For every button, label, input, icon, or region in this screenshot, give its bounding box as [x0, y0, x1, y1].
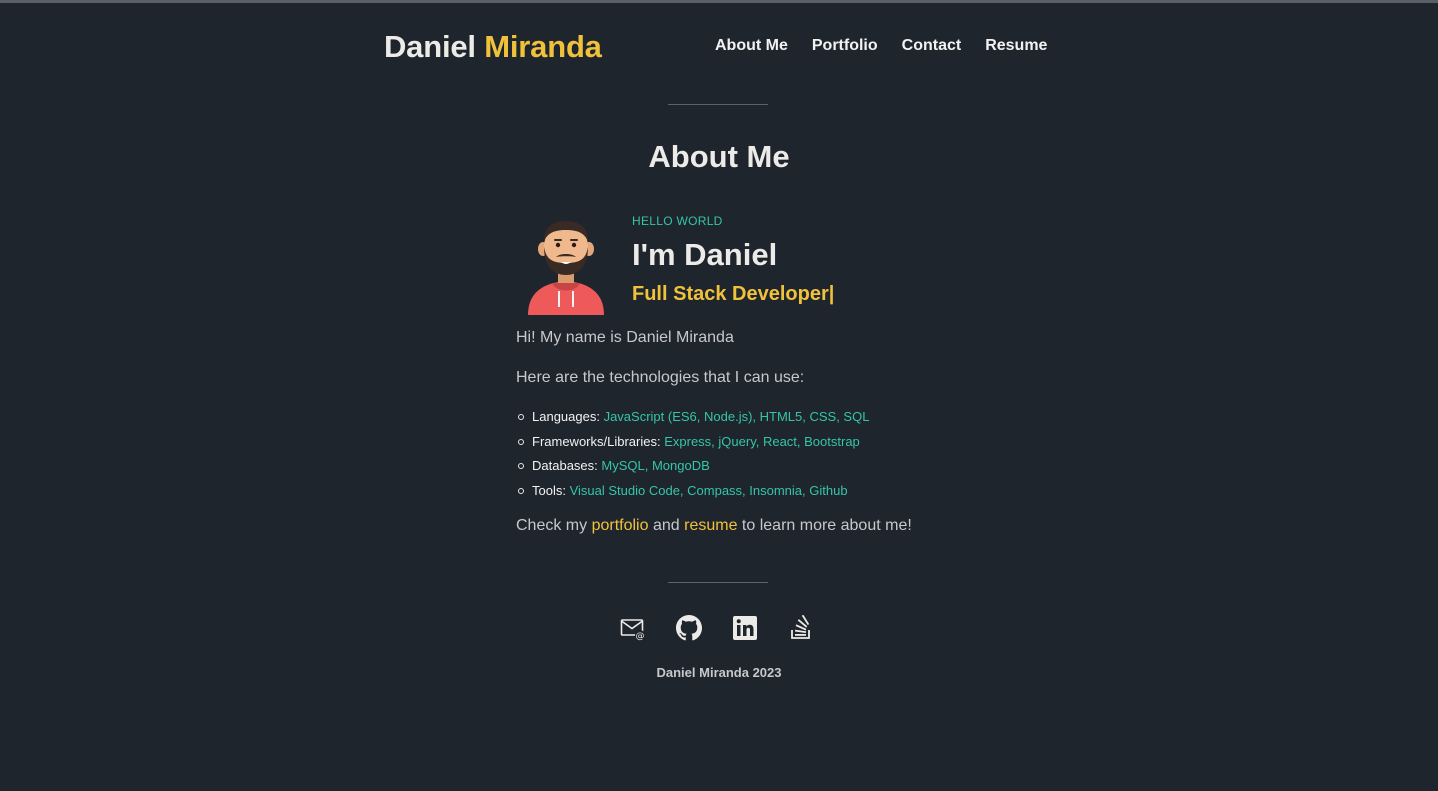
tech-category-label: Frameworks/Libraries: [532, 433, 661, 449]
social-links: @ [620, 615, 814, 641]
page-title: About Me [648, 139, 790, 174]
tech-category-label: Databases: [532, 458, 598, 473]
resume-link[interactable]: resume [684, 517, 737, 534]
tech-category-label: Tools: [532, 482, 566, 498]
typing-cursor: | [828, 283, 835, 305]
tech-intro-paragraph: Here are the technologies that I can use… [516, 369, 805, 386]
cta-and: and [652, 517, 680, 534]
header-divider [668, 104, 768, 105]
footer-divider [668, 582, 768, 583]
intro-paragraph: Hi! My name is Daniel Miranda [516, 329, 734, 346]
list-item-languages: Languages: JavaScript (ES6, Node.js), HT… [517, 405, 870, 430]
role-text: Full Stack Developer [632, 283, 829, 305]
cta-paragraph: Check my portfolio and resume to learn m… [516, 517, 912, 535]
github-icon[interactable] [676, 615, 702, 641]
nav-resume[interactable]: Resume [985, 37, 1047, 55]
svg-text:@: @ [636, 632, 645, 642]
cta-prefix: Check my [516, 517, 588, 534]
cta-suffix: to learn more about me! [741, 517, 912, 534]
list-item-databases: Databases: MySQL, MongoDB [517, 454, 869, 479]
nav-contact[interactable]: Contact [902, 37, 962, 55]
avatar-icon [528, 221, 604, 315]
linkedin-icon[interactable] [732, 615, 758, 641]
nav-portfolio[interactable]: Portfolio [812, 37, 878, 55]
page: Daniel Miranda About Me Portfolio Contac… [0, 0, 1438, 791]
list-item-tools: Tools: Visual Studio Code, Compass, Inso… [517, 479, 869, 504]
tech-category-values: MySQL, MongoDB [601, 458, 710, 473]
technologies-list: Languages: JavaScript (ES6, Node.js), HT… [516, 405, 869, 503]
list-item-frameworks: Frameworks/Libraries: Express, jQuery, R… [517, 430, 869, 455]
tech-category-values: Visual Studio Code, Compass, Insomnia, G… [569, 482, 848, 498]
email-icon[interactable]: @ [620, 615, 646, 641]
nav-about-me[interactable]: About Me [715, 37, 788, 55]
copyright-text: Daniel Miranda 2023 [656, 665, 782, 680]
brand-last-name: Miranda [484, 29, 602, 64]
main-nav: About Me Portfolio Contact Resume [715, 37, 1047, 55]
tech-category-values: Express, jQuery, React, Bootstrap [664, 433, 860, 449]
role-title: Full Stack Developer| [632, 283, 834, 306]
portfolio-link[interactable]: portfolio [592, 517, 649, 534]
tech-category-label: Languages: [532, 409, 600, 424]
intro-heading: I'm Daniel [632, 237, 778, 272]
tech-category-values: JavaScript (ES6, Node.js), HTML5, CSS, S… [603, 409, 870, 424]
brand-first-name: Daniel [384, 29, 476, 64]
stackoverflow-icon[interactable] [788, 615, 814, 641]
site-brand[interactable]: Daniel Miranda [384, 29, 602, 65]
greeting-label: HELLO WORLD [632, 214, 723, 228]
